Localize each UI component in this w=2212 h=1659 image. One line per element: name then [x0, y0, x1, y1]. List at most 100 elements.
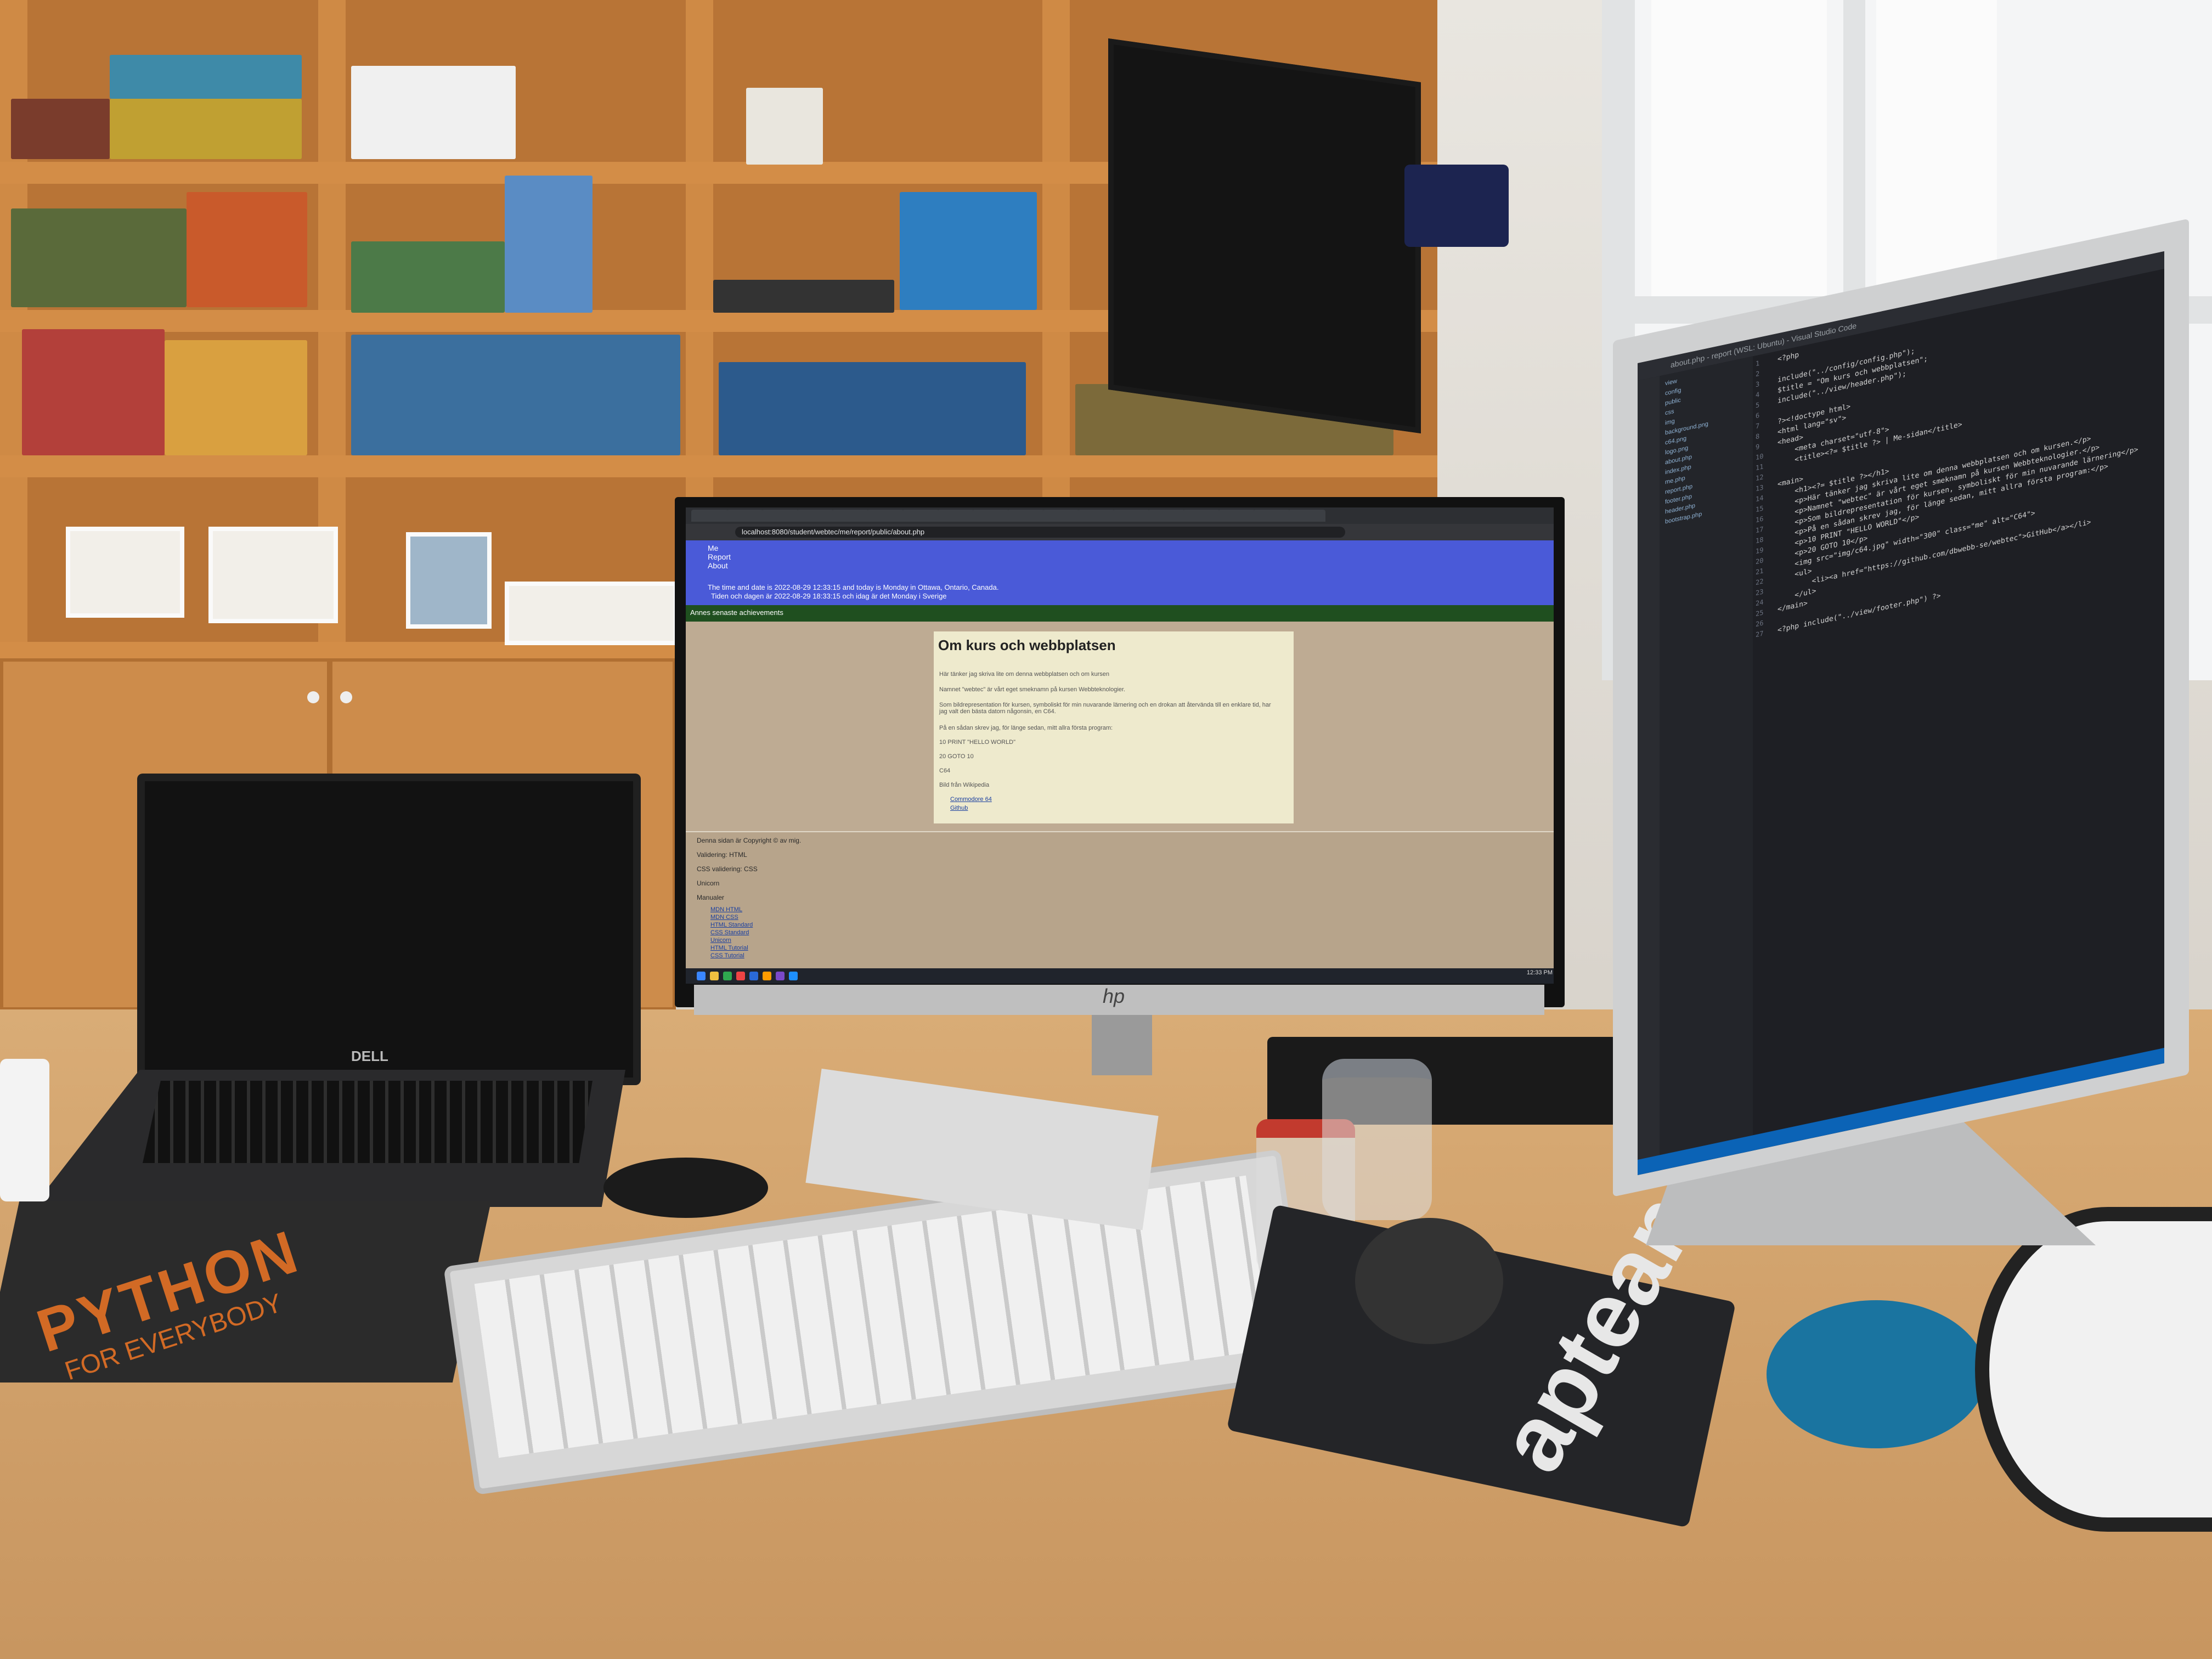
tab-bar	[686, 507, 1554, 524]
nav-about[interactable]: About	[708, 561, 728, 570]
browser-tab[interactable]	[1218, 510, 1255, 522]
app-icon[interactable]	[776, 972, 785, 980]
explorer-item[interactable]: c64.png	[1665, 435, 1686, 446]
card-line: Bild från Wikipedia	[939, 782, 990, 788]
code-line: <p>Som bildrepresentation för kursen, sy…	[1778, 445, 2138, 531]
line-number: 18	[1756, 535, 1764, 545]
nav-me[interactable]: Me	[708, 544, 718, 552]
line-number: 10	[1756, 452, 1764, 462]
code-line: <?php	[1778, 351, 1799, 364]
browser-tab[interactable]	[1077, 510, 1115, 522]
main-card: Om kurs och webbplatsen Här tänker jag s…	[934, 631, 1294, 823]
manual-link[interactable]: CSS Standard	[710, 929, 749, 936]
page-title: Om kurs och webbplatsen	[938, 637, 1116, 653]
manual-link[interactable]: MDN CSS	[710, 914, 738, 921]
line-number: 14	[1756, 494, 1764, 504]
app-icon[interactable]	[736, 972, 745, 980]
line-number: 16	[1756, 515, 1764, 524]
banner-text: Annes senaste achievements	[690, 608, 783, 617]
hp-logo: hp	[1103, 985, 1125, 1007]
browser-tab[interactable]	[1113, 510, 1150, 522]
nav-report[interactable]: Report	[708, 552, 731, 561]
explorer-item[interactable]: view	[1665, 378, 1677, 387]
browser-tab[interactable]	[1042, 510, 1080, 522]
laptop-brand: DELL	[351, 1048, 388, 1064]
explorer-item[interactable]: img	[1665, 418, 1675, 427]
line-number: 13	[1756, 483, 1764, 493]
browser-tab[interactable]	[1253, 510, 1290, 522]
site-footer: Denna sidan är Copyright © av mig. Valid…	[686, 831, 1554, 972]
footer-manuals: Manualer	[697, 894, 725, 901]
line-number: 20	[1756, 556, 1764, 566]
browser-tab[interactable]	[691, 510, 729, 522]
folder-icon[interactable]	[710, 972, 719, 980]
card-line: Som bildrepresentation för kursen, symbo…	[939, 702, 1271, 715]
manual-link[interactable]: Unicorn	[710, 937, 731, 944]
card-line: Här tänker jag skriva lite om denna webb…	[939, 671, 1109, 678]
browser-tab[interactable]	[797, 510, 834, 522]
browser-screen: localhost:8080/student/webtec/me/report/…	[686, 507, 1554, 984]
manual-link[interactable]: HTML Tutorial	[710, 945, 748, 951]
browser-tab[interactable]	[902, 510, 939, 522]
browser-tab[interactable]	[832, 510, 869, 522]
monitor-stand	[1092, 1015, 1152, 1075]
browser-tab[interactable]	[1288, 510, 1325, 522]
explorer-item[interactable]: me.php	[1665, 475, 1685, 486]
editor-screen: about.php - report (WSL: Ubuntu) - Visua…	[1638, 251, 2164, 1176]
browser-tab[interactable]	[726, 510, 764, 522]
mouse	[1355, 1218, 1503, 1344]
link-github[interactable]: Github	[950, 805, 968, 811]
explorer-sidebar: view config public css img background.pn…	[1660, 356, 1753, 1155]
laptop-keyboard	[143, 1081, 592, 1163]
word-icon[interactable]	[749, 972, 758, 980]
line-number: 21	[1756, 567, 1764, 577]
explorer-item[interactable]: css	[1665, 408, 1674, 417]
footer-unicorn[interactable]: Unicorn	[697, 879, 719, 887]
code-editor[interactable]: 1 <?php 2 3 include("../config/config.php");…	[1756, 274, 2162, 1128]
time-english: The time and date is 2022-08-29 12:33:15…	[708, 583, 999, 591]
browser-tab[interactable]	[972, 510, 1009, 522]
wireless-charger	[603, 1158, 768, 1218]
explorer-item[interactable]: logo.png	[1665, 444, 1688, 456]
browser-tab[interactable]	[937, 510, 974, 522]
hair-brush	[1767, 1300, 1986, 1448]
laptop-screen	[137, 774, 641, 1085]
line-number: 19	[1756, 546, 1764, 556]
browser-tab[interactable]	[867, 510, 904, 522]
card-line: På en sådan skrev jag, för länge sedan, …	[939, 725, 1113, 731]
wall-tv	[1108, 38, 1421, 434]
chrome-icon[interactable]	[723, 972, 732, 980]
footer-copyright: Denna sidan är Copyright © av mig.	[697, 837, 802, 844]
line-number: 9	[1756, 442, 1760, 452]
line-number: 26	[1756, 619, 1764, 629]
line-number: 5	[1756, 400, 1760, 410]
manual-link[interactable]: CSS Tutorial	[710, 952, 744, 959]
browser-tab[interactable]	[1007, 510, 1045, 522]
footer-html-validation[interactable]: Validering: HTML	[697, 851, 747, 859]
explorer-item[interactable]: config	[1665, 387, 1681, 397]
vscode-icon[interactable]	[789, 972, 798, 980]
card-line: 10 PRINT "HELLO WORLD"	[939, 739, 1016, 746]
manual-link[interactable]: HTML Standard	[710, 922, 753, 928]
card-line: 20 GOTO 10	[939, 753, 974, 760]
browser-tab[interactable]	[1183, 510, 1220, 522]
footer-css-validation[interactable]: CSS validering: CSS	[697, 865, 758, 873]
link-commodore[interactable]: Commodore 64	[950, 796, 992, 803]
line-number: 8	[1756, 432, 1760, 441]
line-number: 6	[1756, 411, 1760, 420]
line-number: 17	[1756, 525, 1764, 535]
browser-tab[interactable]	[1148, 510, 1185, 522]
glass-jar	[1322, 1059, 1432, 1220]
start-icon[interactable]	[697, 972, 706, 980]
line-number: 25	[1756, 608, 1764, 618]
app-icon[interactable]	[763, 972, 771, 980]
manual-link[interactable]: MDN HTML	[710, 906, 742, 913]
browser-tab[interactable]	[761, 510, 799, 522]
explorer-item[interactable]: public	[1665, 397, 1681, 407]
card-line: Namnet "webtec" är vårt eget smeknamn på…	[939, 686, 1126, 693]
explorer-item[interactable]: index.php	[1665, 464, 1691, 476]
line-number: 4	[1756, 390, 1760, 399]
line-number: 24	[1756, 598, 1764, 608]
url-field[interactable]: localhost:8080/student/webtec/me/report/…	[735, 527, 1345, 538]
line-number: 3	[1756, 380, 1760, 389]
